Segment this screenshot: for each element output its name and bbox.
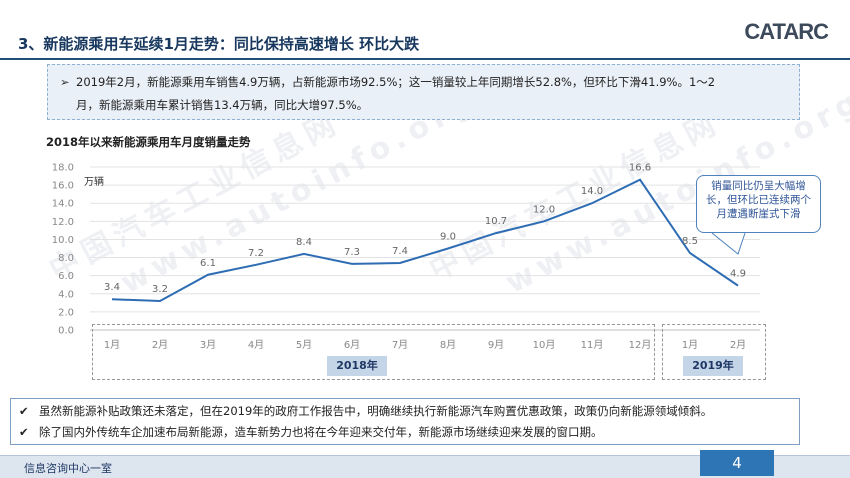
data-label: 16.6 <box>629 163 651 174</box>
footer-org: 信息咨询中心一室 <box>24 462 112 475</box>
series-line <box>111 178 739 303</box>
callout-pointer <box>711 232 746 255</box>
y-tick-label: 6.0 <box>58 271 74 282</box>
page-number: 4 <box>700 450 774 476</box>
data-label: 7.3 <box>344 247 360 258</box>
y-tick-label: 8.0 <box>58 253 74 264</box>
y-tick-label: 12.0 <box>52 217 74 228</box>
year-label-2018: 2018年 <box>327 356 387 376</box>
note-item: ✔ 虽然新能源补贴政策还未落定，但在2019年的政府工作报告中，明确继续执行新能源… <box>19 401 791 422</box>
data-label: 14.0 <box>581 186 603 197</box>
y-tick-label: 14.0 <box>52 199 74 210</box>
y-unit-label: 万辆 <box>84 175 104 188</box>
notes-box: ✔ 虽然新能源补贴政策还未落定，但在2019年的政府工作报告中，明确继续执行新能源… <box>10 398 800 445</box>
y-tick-label: 10.0 <box>52 235 74 246</box>
data-label: 3.4 <box>104 282 120 293</box>
annotation-callout: 销量同比仍呈大幅增长，但环比已连续两个月遭遇断崖式下滑 <box>696 175 821 233</box>
data-label: 8.5 <box>682 236 698 247</box>
y-tick-label: 16.0 <box>52 181 74 192</box>
y-tick-label: 18.0 <box>52 163 74 174</box>
data-label: 6.1 <box>200 258 216 269</box>
note-item: ✔ 除了国内外传统车企加速布局新能源，造车新势力也将在今年迎来交付年，新能源市场继… <box>19 422 791 443</box>
check-icon: ✔ <box>19 425 29 439</box>
note-text-1: 虽然新能源补贴政策还未落定，但在2019年的政府工作报告中，明确继续执行新能源汽… <box>39 404 713 418</box>
data-label: 3.2 <box>152 284 168 295</box>
y-tick-label: 2.0 <box>58 307 74 318</box>
y-tick-label: 0.0 <box>58 326 74 337</box>
data-label: 7.2 <box>248 248 264 259</box>
data-label: 12.0 <box>533 204 555 215</box>
data-label: 9.0 <box>440 232 456 243</box>
year-label-2019: 2019年 <box>683 356 743 376</box>
note-text-2: 除了国内外传统车企加速布局新能源，造车新势力也将在今年迎来交付年，新能源市场继续… <box>39 425 603 439</box>
check-icon: ✔ <box>19 404 29 418</box>
y-tick-label: 4.0 <box>58 289 74 300</box>
data-label: 10.7 <box>485 216 507 227</box>
data-label: 4.9 <box>730 269 746 280</box>
data-label: 7.4 <box>392 246 408 257</box>
data-label: 8.4 <box>296 237 312 248</box>
